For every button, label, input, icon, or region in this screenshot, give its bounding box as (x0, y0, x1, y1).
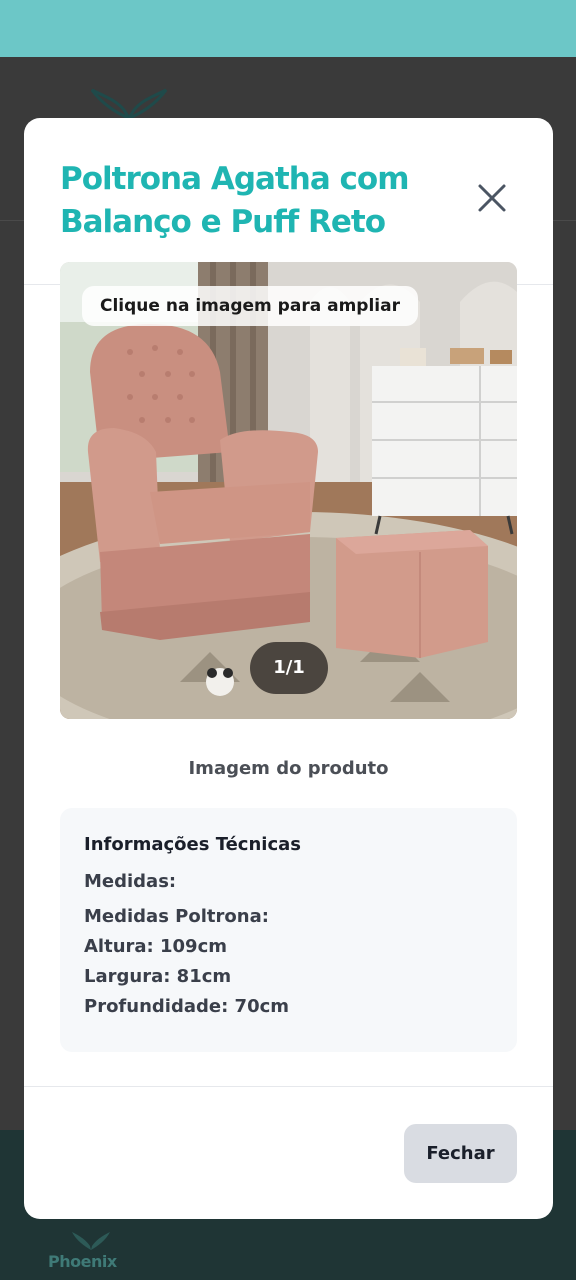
technical-info-panel: Informações Técnicas Medidas: Medidas Po… (60, 808, 517, 1052)
product-image[interactable]: Clique na imagem para ampliar 1/1 (60, 262, 517, 719)
title-line-1: Poltrona Agatha com (60, 161, 410, 197)
title-line-2: Balanço e Puff Reto (60, 204, 386, 240)
modal-title: Poltrona Agatha com Balanço e Puff Reto (60, 158, 440, 244)
footer-brand-name: Phoenix (48, 1252, 117, 1271)
info-heading: Informações Técnicas (84, 834, 301, 855)
info-line: Profundidade: 70cm (84, 996, 290, 1017)
close-icon[interactable] (472, 178, 512, 218)
measurements-label: Medidas: (84, 871, 177, 892)
background-topbar (0, 0, 576, 57)
info-line: Largura: 81cm (84, 966, 232, 987)
image-counter: 1/1 (250, 642, 328, 694)
image-caption: Imagem do produto (188, 758, 389, 779)
close-button[interactable]: Fechar (404, 1124, 517, 1183)
info-line: Medidas Poltrona: (84, 906, 269, 927)
product-modal: Poltrona Agatha com Balanço e Puff Reto (24, 118, 553, 1219)
info-line: Altura: 109cm (84, 936, 228, 957)
zoom-hint-label: Clique na imagem para ampliar (82, 286, 418, 326)
footer-divider (24, 1086, 553, 1087)
